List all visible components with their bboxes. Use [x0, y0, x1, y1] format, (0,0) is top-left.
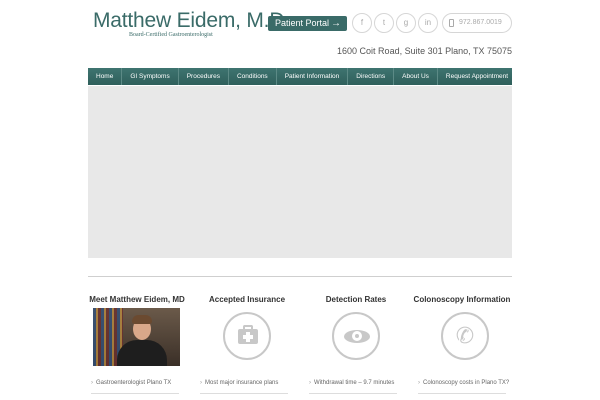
feature-detection-rates: Detection Rates	[301, 295, 411, 304]
link-insurance[interactable]: Most major insurance plans	[200, 380, 278, 386]
link-underline	[200, 393, 288, 394]
twitter-icon[interactable]: t	[374, 13, 394, 33]
medkit-icon[interactable]	[223, 312, 271, 360]
phone-number: 972.867.0019	[459, 19, 502, 26]
feature-title: Accepted Insurance	[208, 295, 286, 304]
nav-directions[interactable]: Directions	[348, 68, 395, 85]
doctor-hair	[132, 315, 152, 324]
link-colonoscopy-costs[interactable]: Colonoscopy costs in Plano TX?	[418, 380, 509, 386]
nav-patient-information[interactable]: Patient Information	[277, 68, 349, 85]
facebook-icon[interactable]: f	[352, 13, 372, 33]
arrow-right-icon: →	[331, 18, 341, 29]
link-gastroenterologist[interactable]: Gastroenterologist Plano TX	[91, 380, 171, 386]
link-underline	[91, 393, 179, 394]
feature-insurance: Accepted Insurance	[192, 295, 302, 304]
section-divider	[88, 276, 512, 277]
nav-procedures[interactable]: Procedures	[179, 68, 229, 85]
logo-name: Matthew Eidem, M.D.	[93, 9, 290, 32]
doctor-photo[interactable]	[93, 308, 180, 366]
phone-glyph: ✆	[455, 323, 475, 348]
nav-gi-symptoms[interactable]: GI Symptoms	[122, 68, 179, 85]
linkedin-icon[interactable]: in	[418, 13, 438, 33]
nav-request-appointment[interactable]: Request Appointment	[438, 68, 516, 85]
link-withdrawal-time[interactable]: Withdrawal time – 9.7 minutes	[309, 380, 394, 386]
feature-meet-doctor: Meet Matthew Eidem, MD	[82, 295, 192, 304]
phone-icon	[449, 19, 454, 27]
office-address: 1600 Coit Road, Suite 301 Plano, TX 7507…	[337, 46, 512, 56]
feature-colonoscopy: Colonoscopy Information	[407, 295, 517, 304]
phone-number-box[interactable]: 972.867.0019	[442, 13, 512, 33]
doctor-body	[117, 340, 167, 366]
medkit-cross	[243, 335, 253, 339]
feature-title: Colonoscopy Information	[413, 295, 511, 304]
site-logo[interactable]: Matthew Eidem, M.D. Board-Certified Gast…	[93, 9, 290, 38]
feature-title: Detection Rates	[325, 295, 387, 304]
eye-pupil	[355, 334, 359, 338]
nav-about-us[interactable]: About Us	[394, 68, 438, 85]
patient-portal-button[interactable]: Patient Portal →	[268, 16, 347, 31]
patient-portal-label: Patient Portal	[275, 18, 330, 28]
nav-conditions[interactable]: Conditions	[229, 68, 277, 85]
eye-icon[interactable]	[332, 312, 380, 360]
main-nav: Home GI Symptoms Procedures Conditions P…	[88, 68, 512, 85]
feature-title: Meet Matthew Eidem, MD	[89, 295, 185, 304]
link-underline	[309, 393, 397, 394]
phone-icon[interactable]: ✆	[441, 312, 489, 360]
hero-slider	[88, 86, 512, 258]
link-underline	[418, 393, 506, 394]
nav-home[interactable]: Home	[88, 68, 123, 85]
google-plus-icon[interactable]: g	[396, 13, 416, 33]
